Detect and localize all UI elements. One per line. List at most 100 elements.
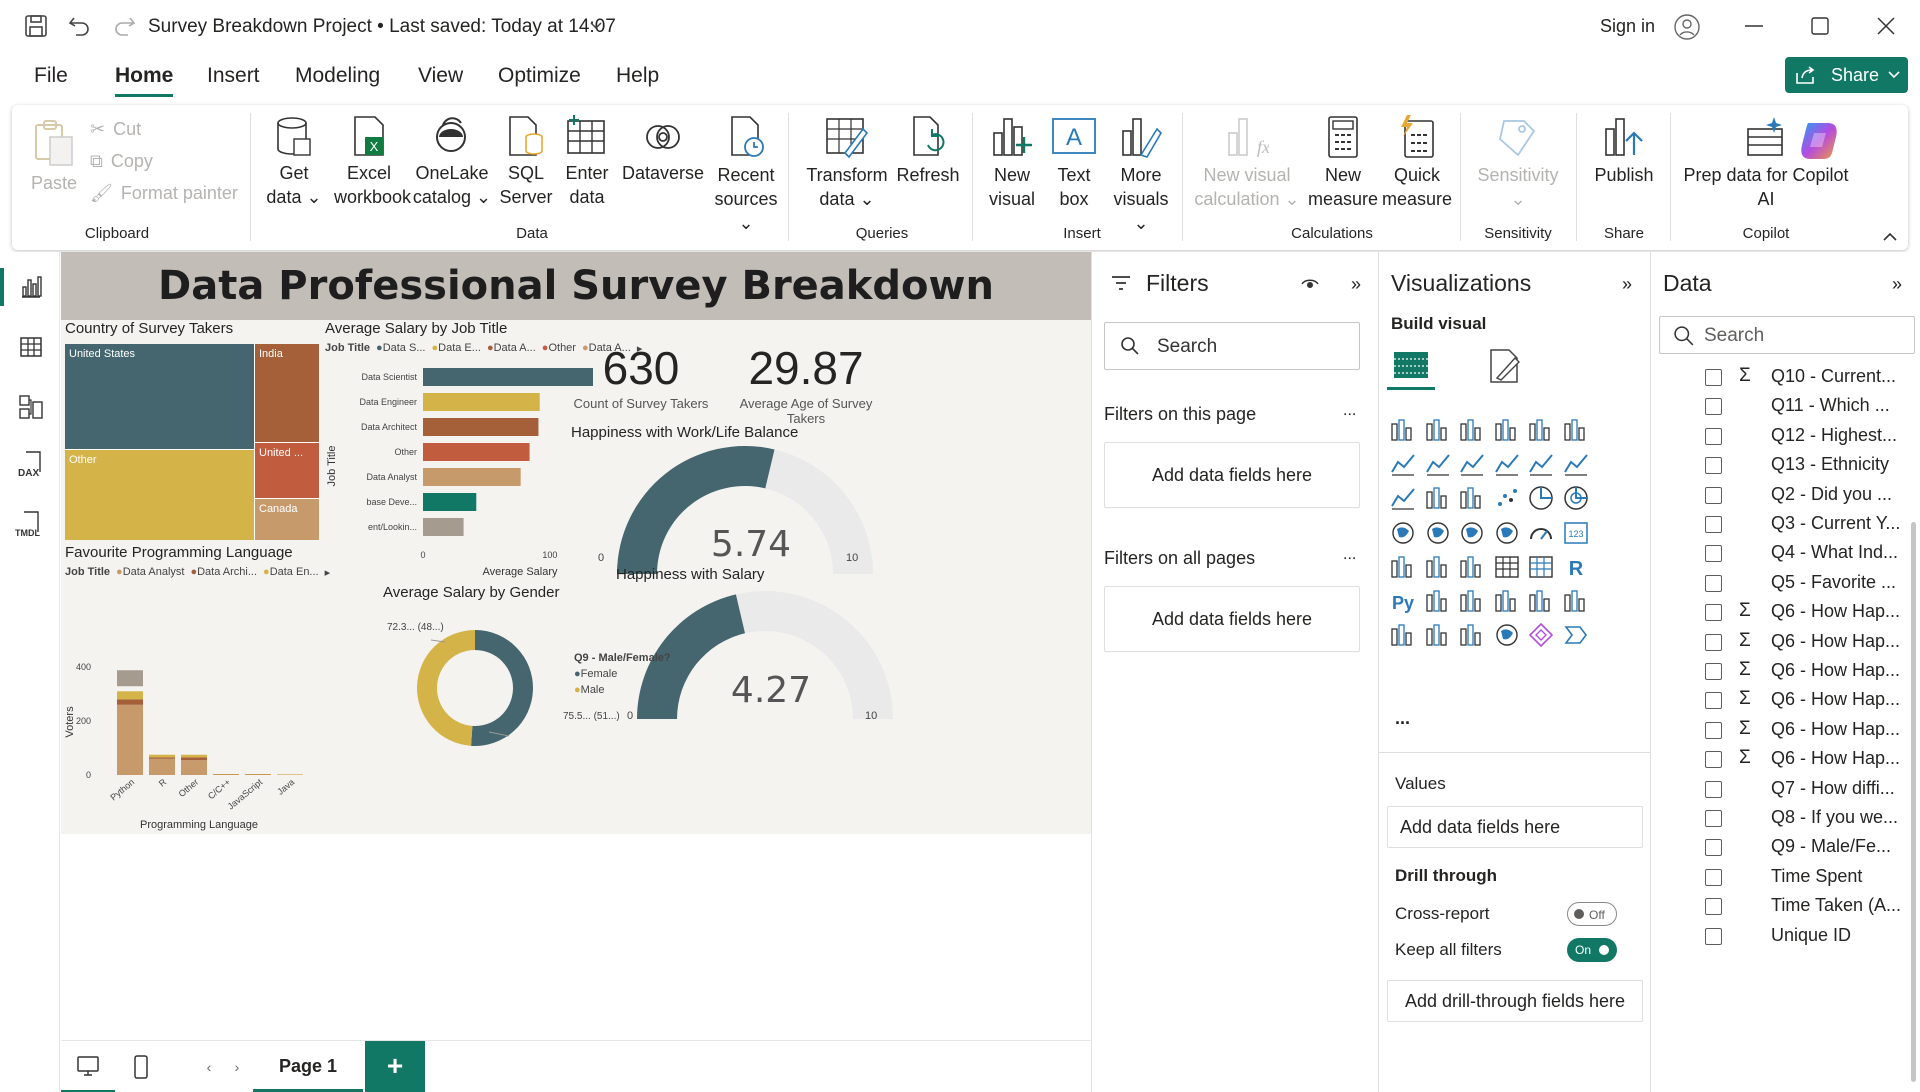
r-visual-icon[interactable]: R <box>1562 553 1590 581</box>
bar-segment[interactable] <box>117 691 143 700</box>
bar[interactable] <box>423 518 464 536</box>
field-checkbox[interactable] <box>1705 810 1722 827</box>
power-automate-icon[interactable] <box>1424 621 1452 649</box>
minimize-icon[interactable] <box>1742 14 1766 38</box>
field-checkbox[interactable] <box>1705 457 1722 475</box>
prog-lang-chart[interactable]: 400 200 0 Python R Other C/C++JavaScript Java Pr… <box>61 482 371 834</box>
field-item[interactable]: Q2 - Did you ... <box>1651 480 1909 510</box>
bar[interactable] <box>423 393 540 411</box>
field-checkbox[interactable] <box>1705 927 1722 945</box>
field-checkbox[interactable] <box>1705 369 1722 386</box>
field-item[interactable]: Unique ID <box>1651 921 1909 951</box>
bar[interactable] <box>423 468 521 486</box>
recent-sources-button[interactable]: Recent sources ⌄ <box>706 115 786 235</box>
copilot-icon[interactable] <box>1796 117 1844 163</box>
dax-query-view-icon[interactable]: DAX <box>14 448 48 482</box>
collapse-pane-icon[interactable]: » <box>1344 272 1368 296</box>
share-button[interactable]: Share <box>1785 57 1908 93</box>
bar-segment[interactable] <box>149 758 175 775</box>
bar-segment[interactable] <box>117 699 143 705</box>
report-view-icon[interactable] <box>16 272 46 302</box>
cross-report-toggle[interactable]: Off <box>1567 902 1617 926</box>
add-values-field[interactable]: Add data fields here <box>1387 806 1643 848</box>
legend-item[interactable]: ●Data E... <box>431 342 480 355</box>
field-item[interactable]: Σ Q6 - How Hap... <box>1651 685 1909 715</box>
menu-home[interactable]: Home <box>115 64 174 97</box>
ribbon-chart-icon[interactable] <box>1389 484 1417 512</box>
area-chart-icon[interactable] <box>1424 450 1452 478</box>
100-stacked-bar-chart-icon[interactable] <box>1527 416 1555 444</box>
onelake-catalog-button[interactable]: OneLake catalog ⌄ <box>412 115 492 209</box>
data-search-input[interactable]: Search <box>1659 316 1915 354</box>
field-checkbox[interactable] <box>1705 839 1722 857</box>
field-checkbox[interactable] <box>1705 898 1722 916</box>
menu-file[interactable]: File <box>34 64 68 88</box>
avatar[interactable] <box>1672 12 1702 42</box>
card-icon[interactable]: 123 <box>1562 519 1590 547</box>
donut-slice-female[interactable] <box>471 630 533 746</box>
decomposition-tree-icon[interactable] <box>1458 587 1486 615</box>
build-visual-tab[interactable] <box>1387 342 1435 390</box>
filters-search-input[interactable]: Search <box>1104 322 1360 370</box>
maximize-icon[interactable] <box>1808 14 1832 38</box>
field-item[interactable]: Q5 - Favorite ... <box>1651 568 1909 598</box>
desktop-layout-icon[interactable] <box>61 1041 115 1092</box>
field-checkbox[interactable] <box>1705 545 1722 563</box>
field-item[interactable]: Time Taken (A... <box>1651 891 1909 921</box>
field-checkbox[interactable] <box>1705 663 1722 680</box>
field-item[interactable]: Σ Q6 - How Hap... <box>1651 627 1909 657</box>
bar-segment[interactable] <box>149 754 175 758</box>
waterfall-chart-icon[interactable] <box>1424 484 1452 512</box>
table-view-icon[interactable] <box>16 332 46 362</box>
redo-icon[interactable] <box>110 12 138 40</box>
menu-view[interactable]: View <box>418 64 463 88</box>
field-item[interactable]: Time Spent <box>1651 862 1909 892</box>
legend-item[interactable]: ●Female <box>574 668 617 680</box>
donut-slice-male[interactable] <box>416 630 475 746</box>
metrics-icon[interactable] <box>1562 587 1590 615</box>
mobile-layout-icon[interactable] <box>121 1041 161 1092</box>
sql-server-button[interactable]: SQL Server <box>498 115 554 209</box>
get-data-button[interactable]: Get data ⌄ <box>264 115 324 209</box>
legend-item[interactable]: ●Male <box>574 684 605 696</box>
sign-in-link[interactable]: Sign in <box>1600 16 1655 37</box>
bar-segment[interactable] <box>213 774 239 775</box>
new-visual-button[interactable]: New visual <box>982 115 1042 211</box>
menu-insert[interactable]: Insert <box>207 64 260 88</box>
bar-segment[interactable] <box>117 670 143 687</box>
dataverse-button[interactable]: Dataverse <box>620 115 706 185</box>
field-checkbox[interactable] <box>1705 486 1722 504</box>
paste-button[interactable]: Paste <box>26 119 82 195</box>
add-page-filter-field[interactable]: Add data fields here <box>1104 442 1360 508</box>
paginated-report-icon[interactable] <box>1389 621 1417 649</box>
field-item[interactable]: Q9 - Male/Fe... <box>1651 832 1909 862</box>
sensitivity-button[interactable]: Sensitivity ⌄ <box>1470 115 1566 211</box>
new-visual-calculation-button[interactable]: fx New visual calculation ⌄ <box>1192 115 1302 211</box>
kpi-card-count[interactable]: 630 Count of Survey Takers <box>561 340 721 411</box>
bar-segment[interactable] <box>277 774 303 775</box>
line-chart-icon[interactable] <box>1389 450 1417 478</box>
bar[interactable] <box>423 418 539 436</box>
field-checkbox[interactable] <box>1705 780 1722 798</box>
add-page-button[interactable]: + <box>365 1041 425 1092</box>
100-stacked-column-chart-icon[interactable] <box>1562 416 1590 444</box>
bar-segment[interactable] <box>181 757 207 761</box>
bar-segment[interactable] <box>181 760 207 775</box>
menu-help[interactable]: Help <box>616 64 659 88</box>
legend-item[interactable]: ●Data A... <box>487 342 536 355</box>
document-title[interactable]: Survey Breakdown Project • Last saved: T… <box>148 16 616 38</box>
field-checkbox[interactable] <box>1705 868 1722 886</box>
add-all-pages-filter-field[interactable]: Add data fields here <box>1104 586 1360 652</box>
quick-measure-button[interactable]: Quick measure <box>1382 115 1452 211</box>
field-item[interactable]: Σ Q10 - Current... <box>1651 362 1909 392</box>
more-options-icon[interactable]: ... <box>1343 546 1356 564</box>
save-icon[interactable] <box>22 12 50 40</box>
clustered-column-chart-icon[interactable] <box>1493 416 1521 444</box>
undo-icon[interactable] <box>66 12 94 40</box>
funnel-chart-icon[interactable] <box>1458 484 1486 512</box>
field-checkbox[interactable] <box>1705 751 1722 769</box>
close-icon[interactable] <box>1874 14 1898 38</box>
clustered-bar-chart-icon[interactable] <box>1458 416 1486 444</box>
report-canvas[interactable]: Data Professional Survey Breakdown Count… <box>61 252 1091 1040</box>
field-item[interactable]: Q11 - Which ... <box>1651 391 1909 421</box>
